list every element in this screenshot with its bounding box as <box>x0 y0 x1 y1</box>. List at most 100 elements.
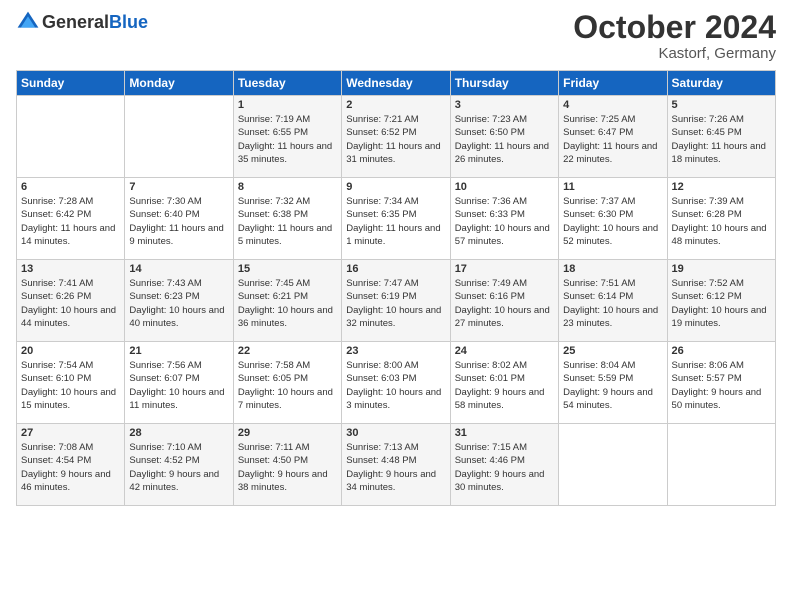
day-number: 23 <box>346 345 445 357</box>
calendar-cell: 8 Sunrise: 7:32 AMSunset: 6:38 PMDayligh… <box>233 178 341 260</box>
cell-content: Sunrise: 7:10 AMSunset: 4:52 PMDaylight:… <box>129 442 219 493</box>
day-number: 15 <box>238 263 337 275</box>
calendar-cell: 13 Sunrise: 7:41 AMSunset: 6:26 PMDaylig… <box>17 260 125 342</box>
col-wednesday: Wednesday <box>342 71 450 96</box>
day-number: 3 <box>455 99 554 111</box>
calendar-cell: 19 Sunrise: 7:52 AMSunset: 6:12 PMDaylig… <box>667 260 775 342</box>
cell-content: Sunrise: 7:52 AMSunset: 6:12 PMDaylight:… <box>672 278 767 329</box>
calendar-cell: 2 Sunrise: 7:21 AMSunset: 6:52 PMDayligh… <box>342 96 450 178</box>
calendar-cell: 23 Sunrise: 8:00 AMSunset: 6:03 PMDaylig… <box>342 342 450 424</box>
day-number: 4 <box>563 99 662 111</box>
cell-content: Sunrise: 7:47 AMSunset: 6:19 PMDaylight:… <box>346 278 441 329</box>
day-number: 13 <box>21 263 120 275</box>
cell-content: Sunrise: 7:41 AMSunset: 6:26 PMDaylight:… <box>21 278 116 329</box>
calendar-cell: 7 Sunrise: 7:30 AMSunset: 6:40 PMDayligh… <box>125 178 233 260</box>
day-number: 29 <box>238 427 337 439</box>
calendar-cell: 25 Sunrise: 8:04 AMSunset: 5:59 PMDaylig… <box>559 342 667 424</box>
day-number: 21 <box>129 345 228 357</box>
cell-content: Sunrise: 7:28 AMSunset: 6:42 PMDaylight:… <box>21 196 115 247</box>
cell-content: Sunrise: 8:02 AMSunset: 6:01 PMDaylight:… <box>455 360 545 411</box>
cell-content: Sunrise: 7:36 AMSunset: 6:33 PMDaylight:… <box>455 196 550 247</box>
calendar-cell: 3 Sunrise: 7:23 AMSunset: 6:50 PMDayligh… <box>450 96 558 178</box>
cell-content: Sunrise: 8:06 AMSunset: 5:57 PMDaylight:… <box>672 360 762 411</box>
cell-content: Sunrise: 7:21 AMSunset: 6:52 PMDaylight:… <box>346 114 440 165</box>
cell-content: Sunrise: 7:54 AMSunset: 6:10 PMDaylight:… <box>21 360 116 411</box>
calendar-cell: 20 Sunrise: 7:54 AMSunset: 6:10 PMDaylig… <box>17 342 125 424</box>
logo-blue: Blue <box>109 12 148 32</box>
cell-content: Sunrise: 7:30 AMSunset: 6:40 PMDaylight:… <box>129 196 223 247</box>
day-number: 11 <box>563 181 662 193</box>
week-row-4: 27 Sunrise: 7:08 AMSunset: 4:54 PMDaylig… <box>17 424 776 506</box>
calendar-cell: 15 Sunrise: 7:45 AMSunset: 6:21 PMDaylig… <box>233 260 341 342</box>
day-number: 16 <box>346 263 445 275</box>
calendar-cell: 4 Sunrise: 7:25 AMSunset: 6:47 PMDayligh… <box>559 96 667 178</box>
calendar-cell: 16 Sunrise: 7:47 AMSunset: 6:19 PMDaylig… <box>342 260 450 342</box>
cell-content: Sunrise: 8:00 AMSunset: 6:03 PMDaylight:… <box>346 360 441 411</box>
day-number: 26 <box>672 345 771 357</box>
location-title: Kastorf, Germany <box>573 45 776 62</box>
cell-content: Sunrise: 8:04 AMSunset: 5:59 PMDaylight:… <box>563 360 653 411</box>
cell-content: Sunrise: 7:51 AMSunset: 6:14 PMDaylight:… <box>563 278 658 329</box>
calendar-cell: 22 Sunrise: 7:58 AMSunset: 6:05 PMDaylig… <box>233 342 341 424</box>
day-number: 20 <box>21 345 120 357</box>
cell-content: Sunrise: 7:13 AMSunset: 4:48 PMDaylight:… <box>346 442 436 493</box>
title-block: October 2024 Kastorf, Germany <box>573 10 776 62</box>
calendar-cell: 27 Sunrise: 7:08 AMSunset: 4:54 PMDaylig… <box>17 424 125 506</box>
calendar-cell: 29 Sunrise: 7:11 AMSunset: 4:50 PMDaylig… <box>233 424 341 506</box>
week-row-1: 6 Sunrise: 7:28 AMSunset: 6:42 PMDayligh… <box>17 178 776 260</box>
header-row: Sunday Monday Tuesday Wednesday Thursday… <box>17 71 776 96</box>
cell-content: Sunrise: 7:56 AMSunset: 6:07 PMDaylight:… <box>129 360 224 411</box>
cell-content: Sunrise: 7:19 AMSunset: 6:55 PMDaylight:… <box>238 114 332 165</box>
calendar-cell: 17 Sunrise: 7:49 AMSunset: 6:16 PMDaylig… <box>450 260 558 342</box>
cell-content: Sunrise: 7:32 AMSunset: 6:38 PMDaylight:… <box>238 196 332 247</box>
day-number: 28 <box>129 427 228 439</box>
logo-general: General <box>42 12 109 32</box>
cell-content: Sunrise: 7:39 AMSunset: 6:28 PMDaylight:… <box>672 196 767 247</box>
calendar-cell: 12 Sunrise: 7:39 AMSunset: 6:28 PMDaylig… <box>667 178 775 260</box>
calendar-cell: 24 Sunrise: 8:02 AMSunset: 6:01 PMDaylig… <box>450 342 558 424</box>
col-sunday: Sunday <box>17 71 125 96</box>
week-row-3: 20 Sunrise: 7:54 AMSunset: 6:10 PMDaylig… <box>17 342 776 424</box>
cell-content: Sunrise: 7:43 AMSunset: 6:23 PMDaylight:… <box>129 278 224 329</box>
page: GeneralBlue October 2024 Kastorf, German… <box>0 0 792 516</box>
day-number: 24 <box>455 345 554 357</box>
cell-content: Sunrise: 7:34 AMSunset: 6:35 PMDaylight:… <box>346 196 440 247</box>
calendar-cell: 30 Sunrise: 7:13 AMSunset: 4:48 PMDaylig… <box>342 424 450 506</box>
header: GeneralBlue October 2024 Kastorf, German… <box>16 10 776 62</box>
day-number: 22 <box>238 345 337 357</box>
week-row-0: 1 Sunrise: 7:19 AMSunset: 6:55 PMDayligh… <box>17 96 776 178</box>
col-friday: Friday <box>559 71 667 96</box>
calendar-cell: 6 Sunrise: 7:28 AMSunset: 6:42 PMDayligh… <box>17 178 125 260</box>
logo-icon <box>16 10 40 34</box>
cell-content: Sunrise: 7:58 AMSunset: 6:05 PMDaylight:… <box>238 360 333 411</box>
month-title: October 2024 <box>573 10 776 45</box>
day-number: 9 <box>346 181 445 193</box>
cell-content: Sunrise: 7:23 AMSunset: 6:50 PMDaylight:… <box>455 114 549 165</box>
day-number: 8 <box>238 181 337 193</box>
calendar-cell <box>667 424 775 506</box>
calendar-cell: 10 Sunrise: 7:36 AMSunset: 6:33 PMDaylig… <box>450 178 558 260</box>
col-saturday: Saturday <box>667 71 775 96</box>
day-number: 10 <box>455 181 554 193</box>
day-number: 5 <box>672 99 771 111</box>
day-number: 19 <box>672 263 771 275</box>
cell-content: Sunrise: 7:45 AMSunset: 6:21 PMDaylight:… <box>238 278 333 329</box>
calendar-cell: 26 Sunrise: 8:06 AMSunset: 5:57 PMDaylig… <box>667 342 775 424</box>
day-number: 12 <box>672 181 771 193</box>
week-row-2: 13 Sunrise: 7:41 AMSunset: 6:26 PMDaylig… <box>17 260 776 342</box>
day-number: 27 <box>21 427 120 439</box>
day-number: 7 <box>129 181 228 193</box>
calendar-cell <box>125 96 233 178</box>
calendar-cell: 1 Sunrise: 7:19 AMSunset: 6:55 PMDayligh… <box>233 96 341 178</box>
calendar-cell: 11 Sunrise: 7:37 AMSunset: 6:30 PMDaylig… <box>559 178 667 260</box>
calendar-cell <box>559 424 667 506</box>
cell-content: Sunrise: 7:49 AMSunset: 6:16 PMDaylight:… <box>455 278 550 329</box>
day-number: 17 <box>455 263 554 275</box>
calendar-cell: 9 Sunrise: 7:34 AMSunset: 6:35 PMDayligh… <box>342 178 450 260</box>
day-number: 18 <box>563 263 662 275</box>
cell-content: Sunrise: 7:11 AMSunset: 4:50 PMDaylight:… <box>238 442 328 493</box>
day-number: 14 <box>129 263 228 275</box>
day-number: 31 <box>455 427 554 439</box>
cell-content: Sunrise: 7:37 AMSunset: 6:30 PMDaylight:… <box>563 196 658 247</box>
cell-content: Sunrise: 7:15 AMSunset: 4:46 PMDaylight:… <box>455 442 545 493</box>
